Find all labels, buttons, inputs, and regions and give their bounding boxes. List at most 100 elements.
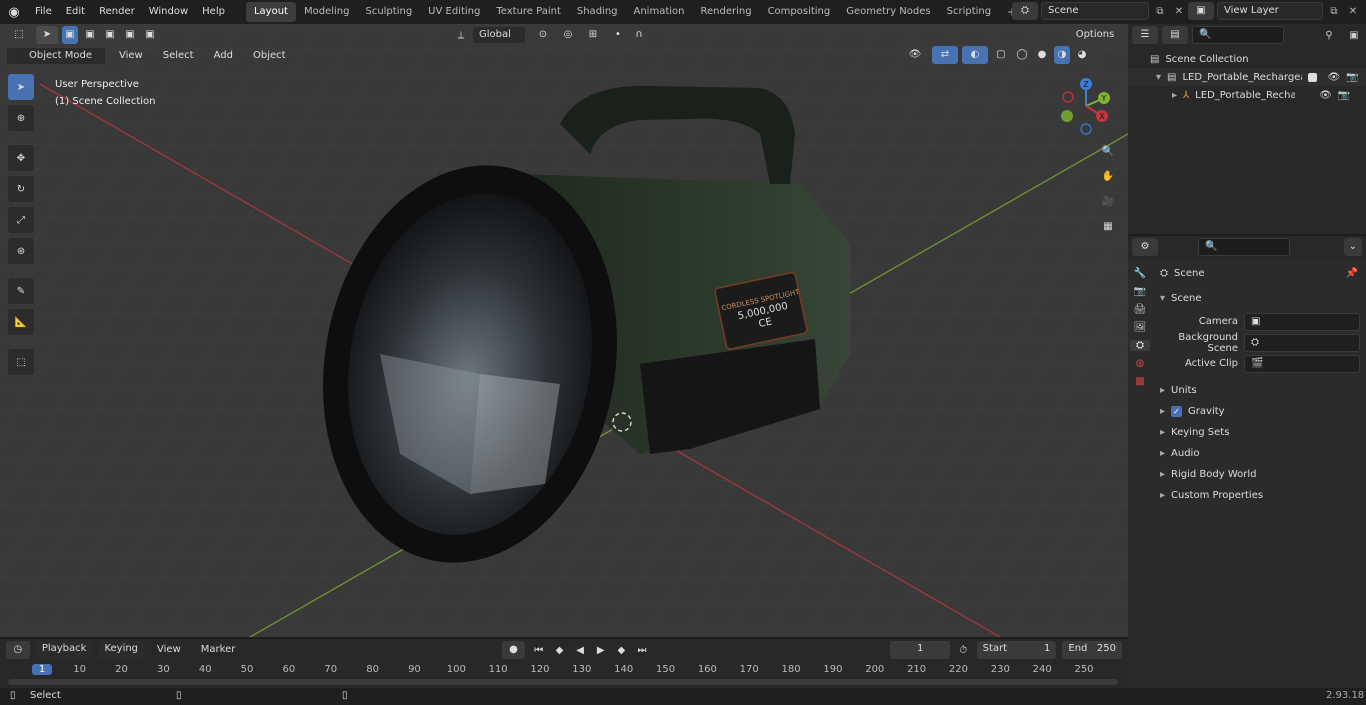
tab-layout[interactable]: Layout xyxy=(245,2,296,22)
annotate-tool-icon[interactable]: ✎ xyxy=(8,278,34,304)
view-layer-icon[interactable]: ▣ xyxy=(1188,2,1214,20)
render-icon[interactable]: 📷 xyxy=(1338,90,1350,101)
viewport-menu-view[interactable]: View xyxy=(112,46,150,66)
select-mode-icon[interactable]: ➤ xyxy=(36,26,58,44)
add-cube-tool-icon[interactable]: ⬚ xyxy=(8,349,34,375)
camera-view-icon[interactable]: 🎥 xyxy=(1098,192,1118,211)
options-button[interactable]: Options xyxy=(1068,26,1122,44)
select-subtract-icon[interactable]: ▣ xyxy=(102,26,118,44)
exclude-checkbox[interactable] xyxy=(1308,72,1318,82)
select-extend-icon[interactable]: ▣ xyxy=(82,26,98,44)
marker-menu[interactable]: Marker xyxy=(194,640,243,660)
scene-tab-icon[interactable]: ⛭ xyxy=(1130,340,1150,351)
tab-modeling[interactable]: Modeling xyxy=(296,2,358,22)
solid-shading-icon[interactable]: ● xyxy=(1034,46,1050,64)
play-reverse-icon[interactable]: ◀ xyxy=(573,645,588,656)
measure-tool-icon[interactable]: 📐 xyxy=(8,309,34,335)
xray-icon[interactable]: ▢ xyxy=(992,46,1010,64)
copy-scene-icon[interactable]: ⧉ xyxy=(1152,6,1168,17)
select-invert-icon[interactable]: ▣ xyxy=(122,26,138,44)
orientation-dropdown[interactable]: Global xyxy=(472,26,526,44)
view-layer-field[interactable]: View Layer xyxy=(1217,2,1323,20)
snap-target-icon[interactable]: ⊞ xyxy=(580,26,606,44)
tab-shading[interactable]: Shading xyxy=(569,2,626,22)
editor-type-icon[interactable]: ⬚ xyxy=(6,26,32,44)
timeline-view-menu[interactable]: View xyxy=(150,640,188,660)
preview-range-icon[interactable]: ⏱ xyxy=(956,645,971,656)
viewport-menu-object[interactable]: Object xyxy=(246,46,293,66)
properties-editor-icon[interactable]: ⚙ xyxy=(1132,238,1158,256)
overlay-toggle-icon[interactable]: ◐ xyxy=(962,46,988,64)
menu-window[interactable]: Window xyxy=(142,2,195,22)
tool-tab-icon[interactable]: 🔧 xyxy=(1134,268,1146,279)
delete-view-layer-icon[interactable]: ✕ xyxy=(1345,6,1361,17)
delete-scene-icon[interactable]: ✕ xyxy=(1171,6,1187,17)
record-icon[interactable]: ● xyxy=(501,641,526,659)
keying-menu[interactable]: Keying xyxy=(98,641,145,659)
pivot-icon[interactable]: ⊙ xyxy=(530,26,556,44)
frame-ruler[interactable]: 1 10 20 30 40 50 60 70 80 90 100 110 120 130 140 150 160… xyxy=(0,664,1120,678)
menu-help[interactable]: Help xyxy=(195,2,232,22)
jump-end-icon[interactable]: ⏭ xyxy=(635,645,650,656)
tab-scripting[interactable]: Scripting xyxy=(939,2,999,22)
select-tool-icon[interactable]: ➤ xyxy=(8,74,34,100)
rotate-tool-icon[interactable]: ↻ xyxy=(8,176,34,202)
properties-options-icon[interactable]: ⌄ xyxy=(1344,238,1362,256)
section-custom-properties[interactable]: ▸ Custom Properties xyxy=(1154,485,1366,506)
end-frame-field[interactable]: End 250 xyxy=(1062,641,1123,659)
gizmo-toggle-icon[interactable]: ⇄ xyxy=(932,46,958,64)
play-icon[interactable]: ▶ xyxy=(593,645,608,656)
material-shading-icon[interactable]: ◑ xyxy=(1054,46,1070,64)
move-tool-icon[interactable]: ✥ xyxy=(8,145,34,171)
blender-logo-icon[interactable]: ◉ xyxy=(0,2,28,22)
tab-rendering[interactable]: Rendering xyxy=(692,2,759,22)
scene-panel-header[interactable]: ▾ Scene xyxy=(1154,288,1366,309)
camera-field[interactable]: ▣ xyxy=(1244,312,1360,331)
zoom-icon[interactable]: 🔍 xyxy=(1098,142,1118,161)
ortho-toggle-icon[interactable]: ▦ xyxy=(1098,217,1118,236)
tab-texture-paint[interactable]: Texture Paint xyxy=(488,2,569,22)
timeline-editor-icon[interactable]: ◷ xyxy=(6,641,30,659)
3d-viewport[interactable]: CORDLESS SPOTLIGHT 5,000,000 CE ⬚ ➤ ▣ ▣ … xyxy=(0,24,1128,637)
transform-tool-icon[interactable]: ⊛ xyxy=(8,238,34,264)
select-intersect-icon[interactable]: ▣ xyxy=(142,26,158,44)
section-units[interactable]: ▸ Units xyxy=(1154,380,1366,401)
menu-file[interactable]: File xyxy=(28,2,59,22)
outliner-editor-icon[interactable]: ☰ xyxy=(1132,26,1158,44)
tab-uv-editing[interactable]: UV Editing xyxy=(420,2,488,22)
tab-sculpting[interactable]: Sculpting xyxy=(357,2,420,22)
new-collection-icon[interactable]: ▣ xyxy=(1346,30,1362,41)
tab-compositing[interactable]: Compositing xyxy=(760,2,839,22)
gravity-checkbox[interactable]: ✓ xyxy=(1171,406,1183,417)
menu-edit[interactable]: Edit xyxy=(59,2,92,22)
section-gravity[interactable]: ▸ ✓ Gravity xyxy=(1154,401,1366,422)
proportional-icon[interactable]: • xyxy=(610,26,626,44)
section-audio[interactable]: ▸ Audio xyxy=(1154,443,1366,464)
menu-render[interactable]: Render xyxy=(92,2,142,22)
wireframe-shading-icon[interactable]: ◯ xyxy=(1014,46,1030,64)
pin-icon[interactable]: 📌 xyxy=(1346,268,1358,279)
outliner-root[interactable]: ▤ Scene Collection xyxy=(1128,50,1366,68)
cursor-tool-icon[interactable]: ⊕ xyxy=(8,105,34,131)
world-tab-icon[interactable]: ◍ xyxy=(1136,358,1145,369)
tab-animation[interactable]: Animation xyxy=(626,2,693,22)
view-layer-tab-icon[interactable]: 🖼 xyxy=(1134,322,1147,333)
scale-tool-icon[interactable]: ⤢ xyxy=(8,207,34,233)
current-frame-field[interactable]: 1 xyxy=(890,641,950,659)
timeline-scrollbar[interactable] xyxy=(8,679,1118,685)
select-new-icon[interactable]: ▣ xyxy=(62,26,78,44)
tab-geometry-nodes[interactable]: Geometry Nodes xyxy=(838,2,938,22)
eye-icon[interactable]: 👁 xyxy=(1319,90,1332,101)
output-tab-icon[interactable]: 🖨 xyxy=(1134,304,1147,315)
outliner-item-1[interactable]: ▾ ▤ LED_Portable_Rechargeable_ 👁 📷 xyxy=(1128,68,1366,86)
background-scene-field[interactable]: ⛭ xyxy=(1244,333,1360,352)
expand-icon[interactable]: ▸ xyxy=(1172,90,1177,101)
outliner-item-2[interactable]: ▸ ⅄ LED_Portable_Rechargea 👁 📷 xyxy=(1128,86,1366,104)
object-mode-dropdown[interactable]: Object Mode xyxy=(6,47,106,65)
eye-icon[interactable]: 👁 xyxy=(1327,72,1340,83)
pan-hand-icon[interactable]: ✋ xyxy=(1098,167,1118,186)
viewport-menu-add[interactable]: Add xyxy=(207,46,240,66)
next-keyframe-icon[interactable]: ◆ xyxy=(614,645,629,656)
rendered-shading-icon[interactable]: ◕ xyxy=(1074,46,1090,64)
render-icon[interactable]: 📷 xyxy=(1346,72,1358,83)
